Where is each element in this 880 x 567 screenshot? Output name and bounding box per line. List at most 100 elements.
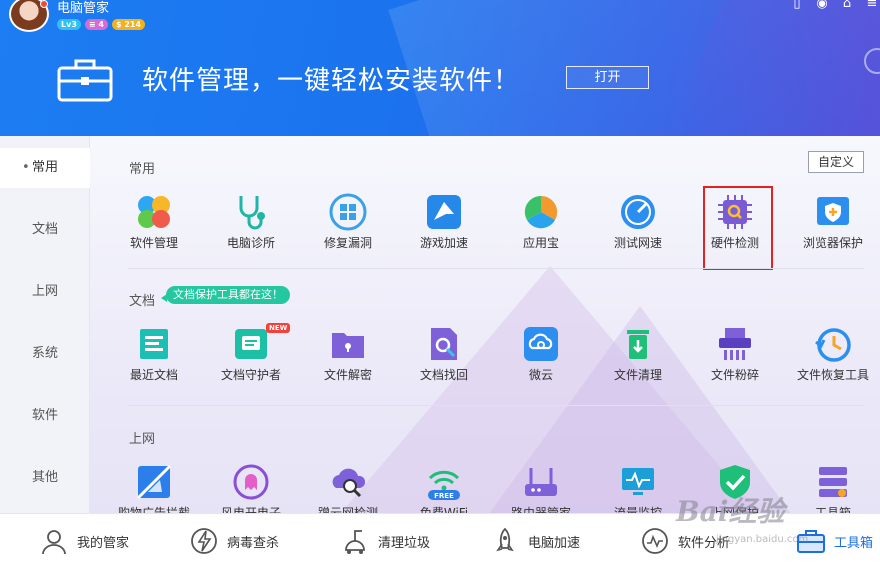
tool-recent-documents[interactable]: 最近文档 xyxy=(109,324,199,383)
nav-virus-scan[interactable]: 病毒查杀 xyxy=(189,514,279,567)
clover-icon xyxy=(138,196,170,228)
shredder-icon xyxy=(719,328,751,360)
watermark-url: jingyan.baidu.com xyxy=(716,534,809,545)
app-store-icon xyxy=(524,195,558,229)
section-title-internet: 上网 xyxy=(129,432,156,447)
tool-label: 文件粉碎 xyxy=(710,368,759,382)
tool-router-manager[interactable]: 路由器管家 xyxy=(496,462,586,513)
toolbox-icon xyxy=(57,59,113,102)
nav-label: 清理垃圾 xyxy=(378,535,431,551)
weiyun-cloud-icon xyxy=(524,327,558,361)
tool-label: 流量监控 xyxy=(613,506,662,513)
tool-speed-test[interactable]: 测试网速 xyxy=(593,192,683,251)
tool-label: 文件恢复工具 xyxy=(796,368,869,382)
tool-label: 文档找回 xyxy=(419,368,468,382)
vip-badge[interactable]: ≡ 4 xyxy=(84,19,108,30)
nav-clean-junk[interactable]: 清理垃圾 xyxy=(340,514,430,567)
sidebar-item-internet[interactable]: 上网 xyxy=(0,272,90,312)
tool-label: 软件管理 xyxy=(129,236,178,250)
tool-label: 文件清理 xyxy=(613,368,662,382)
window-controls: ▯ ◉ ⌂ ≡ xyxy=(789,0,880,11)
tool-game-boost[interactable]: 游戏加速 xyxy=(399,192,489,251)
new-tag: NEW xyxy=(266,323,291,333)
tool-file-recovery[interactable]: 文件恢复工具 xyxy=(788,324,878,383)
sidebar-item-software[interactable]: 软件 xyxy=(0,396,90,436)
tool-fix-vulnerabilities[interactable]: 修复漏洞 xyxy=(303,192,393,251)
tool-label: 游戏加速 xyxy=(419,236,468,250)
windows-repair-icon xyxy=(329,193,367,231)
baidu-jingyan-watermark: Bai经验 jingyan.baidu.com xyxy=(676,490,876,550)
sidebar-item-common[interactable]: 常用 xyxy=(0,148,90,188)
document-tip-bubble: 文档保护工具都在这！ xyxy=(161,286,290,304)
customize-button[interactable]: 自定义 xyxy=(808,151,864,173)
open-button[interactable]: 打开 xyxy=(566,66,649,89)
level-badge[interactable]: Lv3 xyxy=(57,19,81,30)
menu-icon[interactable]: ≡ xyxy=(864,0,880,11)
rocket-icon xyxy=(496,527,514,552)
tool-label: 浏览器保护 xyxy=(802,236,863,250)
tool-label: 最近文档 xyxy=(129,368,178,382)
notification-dot xyxy=(40,0,48,8)
phone-icon[interactable]: ▯ xyxy=(789,0,805,11)
home-icon[interactable]: ⌂ xyxy=(839,0,855,11)
ghost-target-icon xyxy=(233,464,269,500)
location-icon[interactable]: ◉ xyxy=(814,0,830,11)
tool-file-shredder[interactable]: 文件粉碎 xyxy=(690,324,780,383)
tool-label: 风电开电子 xyxy=(220,506,281,513)
nav-label: 我的管家 xyxy=(77,535,130,551)
stethoscope-icon xyxy=(239,196,265,230)
document-search-icon xyxy=(431,328,457,360)
banner-slogan: 软件管理，一键轻松安装软件！ xyxy=(142,66,521,96)
tool-weiyun[interactable]: 微云 xyxy=(496,324,586,383)
browser-shield-icon xyxy=(817,197,849,225)
tool-traffic-monitor[interactable]: 流量监控 xyxy=(593,462,683,513)
section-title-documents: 文档 xyxy=(129,294,156,309)
category-sidebar: 常用 文档 上网 系统 软件 其他 xyxy=(0,136,90,513)
tool-pc-clinic[interactable]: 电脑诊所 xyxy=(206,192,296,251)
nav-pc-speedup[interactable]: 电脑加速 xyxy=(490,514,580,567)
tool-label: 测试网速 xyxy=(613,236,662,250)
tool-file-cleanup[interactable]: 文件清理 xyxy=(593,324,683,383)
game-boost-icon xyxy=(427,195,461,229)
lightning-shield-icon xyxy=(191,528,217,554)
highlight-box xyxy=(703,186,773,270)
vip-badge-value: 4 xyxy=(98,20,104,29)
tool-document-recovery[interactable]: 文档找回 xyxy=(399,324,489,383)
recent-docs-icon xyxy=(140,329,168,359)
sidebar-item-other[interactable]: 其他 xyxy=(0,458,90,498)
tool-label: 文件解密 xyxy=(323,368,372,382)
tool-shopping-ad-block[interactable]: 购物广告拦截 xyxy=(109,462,199,513)
tool-label: 购物广告拦截 xyxy=(117,506,190,513)
router-icon xyxy=(525,468,557,496)
chart-circle-icon xyxy=(642,528,668,554)
nav-my-manager[interactable]: 我的管家 xyxy=(39,514,129,567)
free-tag: FREE xyxy=(434,492,454,500)
tool-label: 电脑诊所 xyxy=(226,236,275,250)
tool-file-decrypt[interactable]: 文件解密 xyxy=(303,324,393,383)
tool-label: 文档守护者 xyxy=(220,368,281,382)
speedometer-icon xyxy=(621,195,655,229)
wifi-icon: FREE xyxy=(428,470,460,500)
main-panel: 常用 文档 上网 系统 软件 其他 常用 自定义 软件管理 电脑诊所 修复漏洞 xyxy=(0,136,880,513)
tool-software-manager[interactable]: 软件管理 xyxy=(109,192,199,251)
coin-badge[interactable]: $ 214 xyxy=(111,19,146,30)
sidebar-item-system[interactable]: 系统 xyxy=(0,334,90,374)
app-title: 电脑管家 xyxy=(57,1,110,16)
tool-ghost-scan[interactable]: 风电开电子 xyxy=(206,462,296,513)
trash-icon xyxy=(627,330,649,359)
tool-browser-protection[interactable]: 浏览器保护 xyxy=(788,192,878,251)
watermark-text: Bai经验 xyxy=(676,495,785,528)
cloud-search-icon xyxy=(332,468,366,498)
tool-label: 修复漏洞 xyxy=(323,236,372,250)
tool-free-wifi[interactable]: FREE 免费WiFi xyxy=(399,462,489,513)
sidebar-item-documents[interactable]: 文档 xyxy=(0,210,90,250)
vacuum-icon xyxy=(345,530,365,554)
monitor-pulse-icon xyxy=(622,468,654,495)
nav-label: 病毒查杀 xyxy=(227,535,280,551)
person-icon xyxy=(42,530,66,555)
folder-lock-icon xyxy=(332,333,364,358)
tool-dark-cloud-check[interactable]: 蹭云网检测 xyxy=(303,462,393,513)
section-title-common: 常用 xyxy=(129,162,156,177)
section-divider xyxy=(128,268,864,269)
tool-app-store[interactable]: 应用宝 xyxy=(496,192,586,251)
